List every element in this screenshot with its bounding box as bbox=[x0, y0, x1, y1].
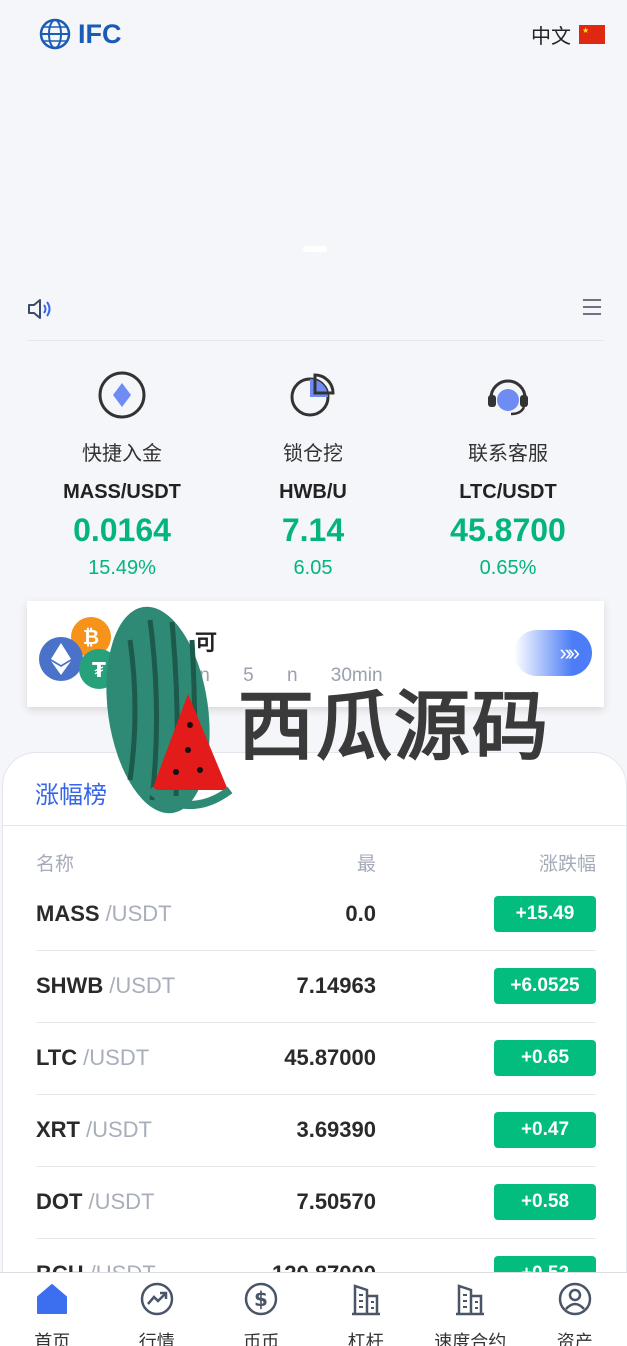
quick-action-label: 锁仓挖 bbox=[283, 443, 343, 465]
contract-icon bbox=[456, 1284, 485, 1316]
speaker-icon bbox=[28, 299, 51, 319]
table-row[interactable]: MASS/USDT 0.0 +15.49 bbox=[36, 879, 596, 951]
tab-leverage[interactable]: 杠杆 bbox=[314, 1273, 419, 1346]
language-label: 中文 bbox=[531, 26, 571, 48]
row-base: LTC bbox=[36, 1045, 78, 1070]
notice-bar bbox=[27, 293, 604, 341]
column-last-price: 最 bbox=[356, 854, 376, 875]
quick-action-label: 快捷入金 bbox=[82, 443, 162, 465]
gainers-board: 涨幅榜 名称 最 涨跌幅 MASS/USDT 0.0 +15.49 SHWB/U… bbox=[2, 752, 627, 1312]
tab-label: 杠杆 bbox=[347, 1332, 384, 1346]
row-change-badge: +0.47 bbox=[494, 1112, 596, 1148]
quick-action-customer-service[interactable]: 联系客服 bbox=[408, 370, 608, 466]
ticker-card[interactable]: MASS/USDT 0.0164 15.49% bbox=[22, 481, 222, 580]
row-symbol: SHWB/USDT bbox=[36, 973, 175, 999]
tab-market[interactable]: 行情 bbox=[105, 1273, 210, 1346]
tab-label: 速度合约 bbox=[434, 1332, 507, 1346]
row-change-badge: +6.0525 bbox=[494, 968, 596, 1004]
china-flag-icon: ★ bbox=[579, 25, 605, 44]
language-switch[interactable]: 中文 ★ bbox=[531, 20, 605, 49]
user-icon bbox=[558, 1282, 591, 1316]
svg-text:$: $ bbox=[254, 1287, 268, 1311]
row-symbol: DOT/USDT bbox=[36, 1189, 154, 1215]
row-base: DOT bbox=[36, 1189, 83, 1214]
column-change: 涨跌幅 bbox=[538, 854, 596, 875]
header: IFC 中文 ★ bbox=[0, 0, 627, 70]
globe-icon bbox=[39, 18, 71, 50]
quick-action-label: 联系客服 bbox=[468, 443, 548, 465]
ticker-change: 15.49% bbox=[88, 557, 156, 579]
row-base: XRT bbox=[36, 1117, 80, 1142]
ticker-price: 7.14 bbox=[281, 512, 345, 548]
tab-spot[interactable]: $ 币币 bbox=[209, 1273, 314, 1346]
row-change-badge: +15.49 bbox=[494, 896, 596, 932]
row-quote: /USDT bbox=[83, 1045, 150, 1070]
row-quote: /USDT bbox=[105, 901, 172, 926]
row-symbol: LTC/USDT bbox=[36, 1045, 149, 1071]
tab-label: 资产 bbox=[556, 1332, 593, 1346]
ticker-change: 6.05 bbox=[293, 557, 333, 579]
ticker-price: 0.0164 bbox=[73, 512, 171, 548]
trend-icon bbox=[140, 1282, 173, 1316]
row-last-price: 45.87000 bbox=[284, 1045, 376, 1070]
row-symbol: XRT/USDT bbox=[36, 1117, 152, 1143]
leverage-icon bbox=[351, 1284, 380, 1316]
row-last-price: 0.0 bbox=[345, 901, 376, 926]
ticker-card[interactable]: LTC/USDT 45.8700 0.65% bbox=[408, 481, 608, 580]
table-row[interactable]: XRT/USDT 3.69390 +0.47 bbox=[36, 1095, 596, 1167]
ticker-price: 45.8700 bbox=[450, 512, 566, 548]
ticker-card[interactable]: HWB/U 7.14 6.05 bbox=[213, 481, 413, 580]
home-icon bbox=[37, 1284, 68, 1314]
tab-label: 首页 bbox=[34, 1332, 71, 1346]
row-change-badge: +0.65 bbox=[494, 1040, 596, 1076]
quick-action-lock-mining[interactable]: 锁仓挖 bbox=[213, 370, 413, 466]
tab-home[interactable]: 首页 bbox=[0, 1273, 105, 1346]
table-row[interactable]: SHWB/USDT 7.14963 +6.0525 bbox=[36, 951, 596, 1023]
row-quote: /USDT bbox=[88, 1189, 155, 1214]
svg-text:₿: ₿ bbox=[83, 625, 99, 649]
ticker-pair: MASS/USDT bbox=[63, 481, 181, 503]
column-name: 名称 bbox=[36, 854, 75, 875]
ifc-logo[interactable]: IFC bbox=[38, 18, 122, 50]
row-quote: /USDT bbox=[109, 973, 176, 998]
lock-mining-icon bbox=[290, 373, 335, 417]
customer-service-icon bbox=[488, 379, 528, 416]
row-symbol: MASS/USDT bbox=[36, 901, 172, 927]
ticker-pair: LTC/USDT bbox=[459, 481, 557, 503]
tab-label: 币币 bbox=[243, 1332, 280, 1346]
table-row[interactable]: DOT/USDT 7.50570 +0.58 bbox=[36, 1167, 596, 1239]
row-base: MASS bbox=[36, 901, 100, 926]
dollar-icon: $ bbox=[245, 1282, 278, 1316]
logo-text: IFC bbox=[78, 18, 122, 49]
menu-icon[interactable] bbox=[582, 297, 602, 317]
ticker-change: 0.65% bbox=[479, 557, 537, 579]
row-base: SHWB bbox=[36, 973, 104, 998]
bottom-tab-bar: 首页 行情 $ 币币 杠杆 速度合约 资产 bbox=[0, 1272, 627, 1346]
tab-assets[interactable]: 资产 bbox=[523, 1273, 627, 1346]
tab-gainers[interactable]: 涨幅榜 bbox=[35, 775, 107, 810]
tab-label: 行情 bbox=[138, 1332, 175, 1346]
ticker-pair: HWB/U bbox=[279, 481, 347, 503]
row-last-price: 7.14963 bbox=[296, 973, 376, 998]
watermark-text: 西瓜源码 bbox=[238, 685, 550, 770]
tab-contract[interactable]: 速度合约 bbox=[418, 1273, 523, 1346]
table-row[interactable]: LTC/USDT 45.87000 +0.65 bbox=[36, 1023, 596, 1095]
row-last-price: 3.69390 bbox=[296, 1117, 376, 1142]
row-quote: /USDT bbox=[86, 1117, 152, 1142]
quick-action-deposit[interactable]: 快捷入金 bbox=[22, 370, 222, 466]
row-last-price: 7.50570 bbox=[296, 1189, 376, 1214]
carousel-indicator[interactable] bbox=[303, 246, 327, 252]
row-change-badge: +0.58 bbox=[494, 1184, 596, 1220]
banner[interactable] bbox=[0, 70, 627, 285]
divider bbox=[3, 825, 626, 826]
deposit-icon bbox=[98, 371, 146, 419]
